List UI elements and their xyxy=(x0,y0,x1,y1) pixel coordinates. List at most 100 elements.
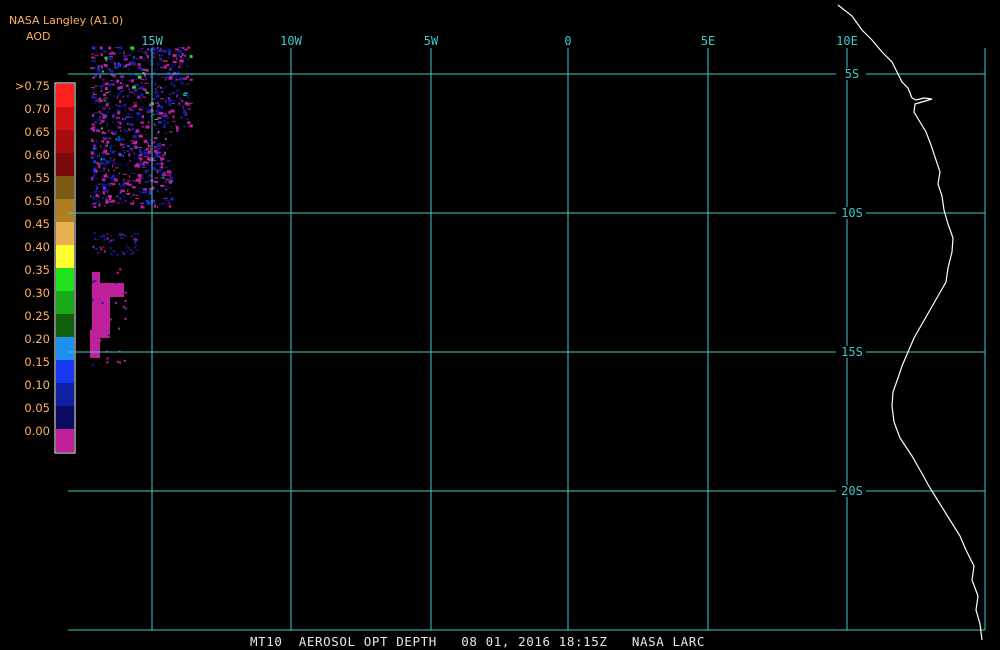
aod-pixel xyxy=(112,250,115,253)
aod-pixel xyxy=(174,63,177,65)
aod-pixel xyxy=(115,195,119,197)
aod-pixel xyxy=(93,232,96,235)
aod-pixel xyxy=(117,105,122,108)
aod-pixel xyxy=(123,84,125,87)
aod-pixel xyxy=(137,95,140,99)
aod-pixel xyxy=(160,184,165,187)
aod-pixel xyxy=(165,77,167,81)
aod-pixel xyxy=(108,46,112,50)
aod-pixel xyxy=(109,107,111,110)
aod-pixel xyxy=(93,173,96,177)
aod-pixel xyxy=(109,69,114,73)
aod-pixel xyxy=(181,99,184,102)
aod-pixel xyxy=(102,197,105,200)
aod-pixel xyxy=(163,166,168,168)
legend-label: 0.25 xyxy=(24,309,50,323)
aod-pixel xyxy=(116,46,118,48)
aod-pixel xyxy=(157,149,160,152)
aod-pixel xyxy=(186,83,190,86)
aod-pixel xyxy=(137,135,139,137)
aod-pixel xyxy=(113,62,116,65)
aod-pixel xyxy=(116,79,120,83)
aod-pixel xyxy=(114,131,118,135)
aod-pixel xyxy=(102,169,106,172)
aod-pixel xyxy=(109,61,114,63)
aod-pixel xyxy=(99,339,102,342)
aod-pixel xyxy=(101,70,104,73)
aod-pixel xyxy=(170,109,175,113)
aod-pixel xyxy=(138,180,142,183)
aod-pixel xyxy=(175,89,180,92)
aod-pixel xyxy=(179,102,181,106)
aod-pixel xyxy=(141,51,143,53)
aod-pixel xyxy=(129,249,132,251)
aod-pixel xyxy=(127,189,129,193)
aod-pixel xyxy=(95,185,99,189)
aod-pixel xyxy=(119,268,122,271)
aod-pixel xyxy=(117,163,122,165)
aod-pixel xyxy=(163,50,165,53)
aod-pixel xyxy=(125,142,127,146)
aod-pixel xyxy=(161,165,164,169)
aod-pixel xyxy=(112,239,115,241)
aod-pixel xyxy=(171,92,175,94)
legend-swatch xyxy=(56,245,74,268)
aod-pixel xyxy=(149,148,151,151)
aod-pixel xyxy=(108,240,111,242)
aod-pixel xyxy=(95,99,99,102)
aod-pixel xyxy=(138,134,143,138)
aod-pixel xyxy=(153,147,155,149)
aod-pixel xyxy=(133,145,136,148)
aod-pixel xyxy=(180,116,183,120)
aod-pixel xyxy=(169,160,171,161)
aod-pixel xyxy=(134,233,137,235)
aod-pixel xyxy=(163,115,167,117)
aod-pixel xyxy=(181,66,183,69)
aod-pixel xyxy=(163,173,165,177)
aod-pixel xyxy=(140,79,145,81)
aod-pixel xyxy=(108,242,111,244)
aod-pixel xyxy=(121,146,123,148)
aod-pixel xyxy=(107,67,111,69)
aod-pixel xyxy=(104,137,108,139)
aod-pixel xyxy=(127,166,131,168)
aod-pixel xyxy=(116,253,119,256)
aod-pixel xyxy=(108,319,111,322)
aod-pixel xyxy=(179,63,183,65)
aod-pixel xyxy=(117,108,121,111)
aod-pixel xyxy=(147,150,151,154)
aod-pixel xyxy=(153,122,155,126)
aod-pixel xyxy=(161,144,165,146)
aod-pixel xyxy=(96,142,99,144)
legend-label: 0.00 xyxy=(24,424,50,438)
coastline xyxy=(837,4,983,641)
aod-pixel xyxy=(131,66,133,68)
aod-pixel xyxy=(122,118,124,120)
aod-pixel xyxy=(133,246,136,249)
aod-pixel xyxy=(140,201,145,203)
aod-pixel xyxy=(174,74,178,78)
aod-pixel xyxy=(156,163,161,165)
aod-pixel xyxy=(136,58,139,60)
aod-pixel xyxy=(96,139,97,143)
aod-pixel xyxy=(188,125,190,128)
aod-pixel xyxy=(143,58,146,62)
aod-pixel xyxy=(107,91,111,93)
aod-pixel xyxy=(157,168,162,172)
aod-pixel xyxy=(186,96,190,99)
aod-pixel xyxy=(130,196,132,199)
aod-pixel xyxy=(147,48,149,51)
aod-pixel xyxy=(99,75,102,78)
aod-pixel xyxy=(183,94,187,95)
aod-pixel xyxy=(105,92,109,94)
aod-pixel xyxy=(163,122,166,125)
aod-pixel xyxy=(168,181,170,183)
aod-pixel xyxy=(107,68,109,70)
aod-pixel xyxy=(164,110,167,113)
aod-patch xyxy=(90,330,100,358)
aod-pixel xyxy=(104,184,107,187)
aod-pixel xyxy=(104,98,108,101)
aod-pixel xyxy=(124,108,126,112)
aod-pixel xyxy=(153,181,158,183)
aod-pixel xyxy=(106,164,107,166)
